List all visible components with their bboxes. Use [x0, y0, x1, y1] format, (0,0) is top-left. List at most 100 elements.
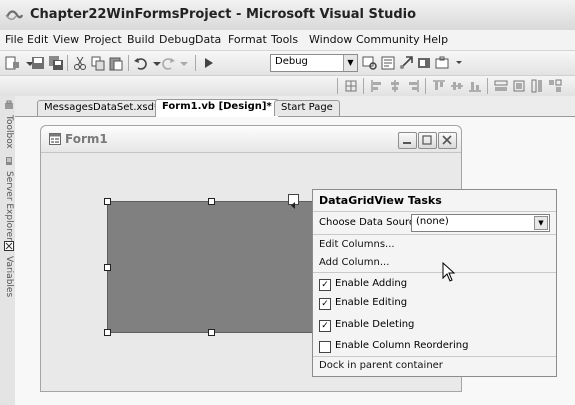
- resize-handle-top[interactable]: [208, 198, 215, 205]
- toolbox-tab[interactable]: Toolbox: [0, 100, 14, 149]
- configuration-value: Debug: [275, 56, 308, 67]
- data-source-select[interactable]: (none) ▼: [411, 214, 550, 232]
- align-rights-icon[interactable]: [405, 78, 421, 94]
- enable-deleting-checkbox[interactable]: ✓: [319, 320, 331, 332]
- menu-project[interactable]: Project: [84, 33, 122, 46]
- cut-icon[interactable]: [72, 55, 88, 71]
- toolbar-separator: [195, 55, 196, 71]
- toolbar-separator: [128, 55, 129, 71]
- data-source-value: (none): [416, 216, 449, 227]
- toolbar-separator: [487, 78, 488, 94]
- form-caption-bar: Form1: [41, 126, 461, 153]
- standard-toolbar: Debug ▼: [0, 51, 575, 76]
- menu-help[interactable]: Help: [423, 33, 448, 46]
- toolbox-window-icon[interactable]: [434, 55, 450, 71]
- variables-tab[interactable]: Variables: [0, 241, 14, 297]
- close-button[interactable]: [438, 132, 457, 149]
- tab-form1-design[interactable]: Form1.vb [Design]*: [155, 99, 279, 117]
- chevron-left-icon: [291, 202, 295, 209]
- datagridview-control[interactable]: [107, 201, 317, 333]
- toolbar-options-icon[interactable]: [451, 55, 467, 71]
- smart-tag-button[interactable]: [288, 194, 299, 209]
- enable-editing-checkbox[interactable]: ✓: [319, 298, 331, 310]
- enable-deleting-label[interactable]: Enable Deleting: [335, 319, 414, 330]
- enable-column-reordering-label[interactable]: Enable Column Reordering: [335, 340, 469, 351]
- enable-adding-label[interactable]: Enable Adding: [335, 278, 407, 289]
- form-icon: [49, 133, 61, 145]
- align-middles-icon[interactable]: [449, 78, 465, 94]
- align-bottoms-icon[interactable]: [467, 78, 483, 94]
- menu-build[interactable]: Build: [127, 33, 155, 46]
- save-all-icon[interactable]: [48, 55, 64, 71]
- find-in-files-icon[interactable]: [362, 55, 378, 71]
- redo-icon[interactable]: [160, 55, 176, 71]
- menu-debug[interactable]: Debug: [159, 33, 195, 46]
- maximize-icon: [422, 135, 432, 145]
- toolbar-separator: [337, 78, 338, 94]
- menu-window[interactable]: Window: [309, 33, 352, 46]
- resize-handle-top-left[interactable]: [104, 198, 111, 205]
- menu-tools[interactable]: Tools: [271, 33, 298, 46]
- enable-editing-label[interactable]: Enable Editing: [335, 297, 407, 308]
- server-explorer-tab-label: Server Explorer: [4, 170, 14, 241]
- divider: [313, 234, 556, 235]
- edit-columns-link[interactable]: Edit Columns...: [319, 239, 395, 250]
- make-same-size-icon[interactable]: [547, 78, 563, 94]
- copy-icon[interactable]: [90, 55, 106, 71]
- choose-data-source-label: Choose Data Source: [319, 217, 421, 228]
- paste-icon[interactable]: [108, 55, 124, 71]
- align-to-grid-icon[interactable]: [343, 78, 359, 94]
- resize-handle-bottom[interactable]: [208, 329, 215, 336]
- toolbar-separator: [425, 78, 426, 94]
- tab-start-page[interactable]: Start Page: [274, 100, 340, 116]
- visual-studio-icon: [5, 10, 23, 21]
- undo-icon[interactable]: [133, 55, 149, 71]
- close-icon: [442, 135, 452, 145]
- datagridview-tasks-panel: DataGridView Tasks Choose Data Source (n…: [312, 189, 557, 377]
- enable-column-reordering-checkbox[interactable]: [319, 341, 331, 353]
- menu-view[interactable]: View: [53, 33, 79, 46]
- tab-messages-dataset[interactable]: MessagesDataSet.xsd*: [37, 100, 166, 116]
- toolbox-icon: [5, 100, 13, 109]
- menu-format[interactable]: Format: [228, 33, 267, 46]
- resize-handle-bottom-left[interactable]: [104, 329, 111, 336]
- solution-configuration-select[interactable]: Debug ▼: [270, 54, 358, 72]
- menu-edit[interactable]: Edit: [27, 33, 48, 46]
- align-tops-icon[interactable]: [431, 78, 447, 94]
- save-icon[interactable]: [30, 55, 46, 71]
- minimize-icon: [403, 142, 411, 144]
- mouse-pointer-icon: [442, 262, 456, 282]
- redo-dropdown-icon[interactable]: [176, 55, 192, 71]
- toolbox-tab-label: Toolbox: [4, 114, 14, 149]
- menu-community[interactable]: Community: [356, 33, 420, 46]
- align-lefts-icon[interactable]: [369, 78, 385, 94]
- align-centers-icon[interactable]: [387, 78, 403, 94]
- chevron-down-icon[interactable]: ▼: [534, 216, 548, 230]
- toolbar-separator: [67, 55, 68, 71]
- solution-explorer-icon[interactable]: [380, 55, 396, 71]
- variables-tab-label: Variables: [4, 255, 14, 298]
- divider: [313, 272, 556, 273]
- resize-handle-left[interactable]: [104, 264, 111, 271]
- window-title: Chapter22WinFormsProject - Microsoft Vis…: [30, 7, 417, 22]
- variables-icon: [4, 241, 14, 251]
- dock-in-parent-link[interactable]: Dock in parent container: [319, 360, 443, 371]
- menu-bar: File Edit View Project Build Debug Data …: [0, 30, 575, 51]
- object-browser-icon[interactable]: [416, 55, 432, 71]
- chevron-down-icon[interactable]: ▼: [343, 55, 357, 71]
- start-debugging-icon[interactable]: [200, 55, 216, 71]
- new-project-icon[interactable]: [4, 55, 20, 71]
- add-column-link[interactable]: Add Column...: [319, 257, 389, 268]
- properties-window-icon[interactable]: [398, 55, 414, 71]
- size-to-grid-icon[interactable]: [511, 78, 527, 94]
- enable-adding-checkbox[interactable]: ✓: [319, 279, 331, 291]
- minimize-button[interactable]: [398, 132, 417, 149]
- document-tab-strip: MessagesDataSet.xsd* Form1.vb [Design]* …: [15, 96, 575, 117]
- menu-file[interactable]: File: [5, 33, 23, 46]
- menu-data[interactable]: Data: [195, 33, 221, 46]
- server-explorer-icon: [6, 157, 12, 165]
- make-same-height-icon[interactable]: [529, 78, 545, 94]
- server-explorer-tab[interactable]: Server Explorer: [0, 156, 14, 241]
- make-same-width-icon[interactable]: [493, 78, 509, 94]
- maximize-button[interactable]: [418, 132, 437, 149]
